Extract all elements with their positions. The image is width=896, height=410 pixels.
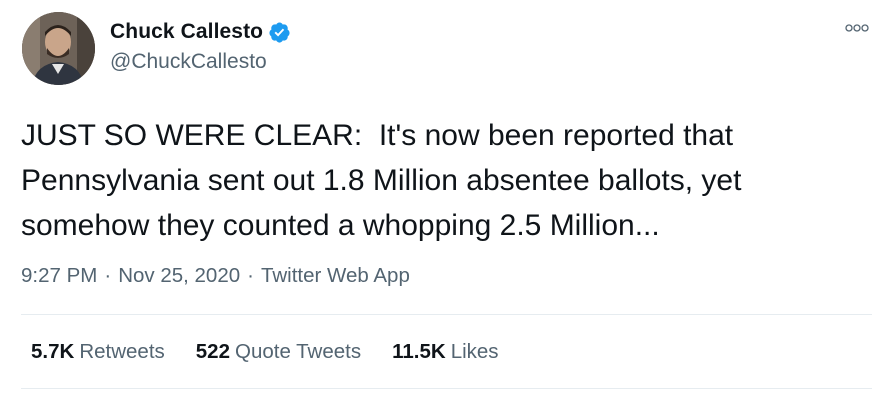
tweet-timestamp-time[interactable]: 9:27 PM bbox=[21, 264, 97, 288]
avatar-photo bbox=[22, 12, 95, 85]
author-handle[interactable]: @ChuckCallesto bbox=[110, 50, 267, 74]
author-display-name[interactable]: Chuck Callesto bbox=[110, 20, 263, 44]
divider bbox=[21, 388, 872, 389]
likes-count: 11.5K bbox=[392, 340, 446, 363]
likes-stat[interactable]: 11.5K Likes bbox=[392, 340, 498, 364]
quote-tweets-label: Quote Tweets bbox=[235, 340, 362, 363]
more-options-icon[interactable] bbox=[844, 18, 870, 38]
quote-tweets-count: 522 bbox=[195, 340, 230, 363]
tweet-metadata: 9:27 PM · Nov 25, 2020 · Twitter Web App bbox=[21, 264, 410, 288]
quote-tweets-stat[interactable]: 522 Quote Tweets bbox=[196, 340, 361, 364]
verified-badge-icon bbox=[269, 21, 290, 43]
retweets-label: Retweets bbox=[79, 340, 165, 363]
tweet-text: JUST SO WERE CLEAR: It's now been report… bbox=[21, 119, 742, 242]
likes-label: Likes bbox=[450, 340, 499, 363]
tweet-source-link[interactable]: Twitter Web App bbox=[261, 264, 410, 288]
avatar[interactable] bbox=[22, 12, 95, 85]
retweets-stat[interactable]: 5.7K Retweets bbox=[31, 340, 165, 364]
meta-separator: · bbox=[247, 264, 254, 287]
retweets-count: 5.7K bbox=[31, 340, 75, 363]
engagement-stats: 5.7K Retweets 522 Quote Tweets 11.5K Likes bbox=[31, 340, 530, 364]
meta-separator: · bbox=[104, 264, 112, 287]
tweet-timestamp-date[interactable]: Nov 25, 2020 bbox=[118, 264, 240, 288]
divider bbox=[21, 314, 872, 315]
